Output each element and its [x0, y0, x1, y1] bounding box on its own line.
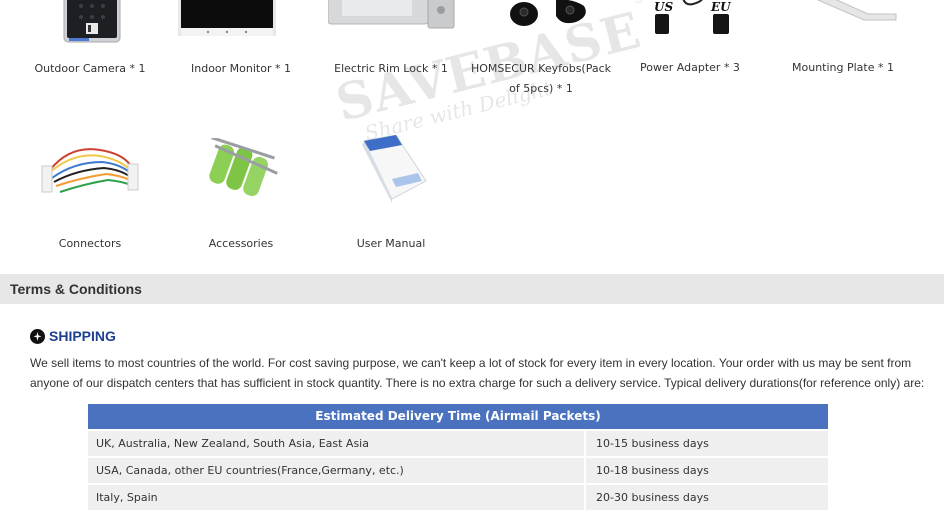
- product-label: Indoor Monitor * 1: [191, 62, 291, 75]
- shipping-description: We sell items to most countries of the w…: [30, 356, 925, 390]
- keyfobs-image: [510, 0, 586, 26]
- connectors-image: [41, 148, 139, 193]
- time-cell: 20-30 business days: [586, 485, 828, 510]
- shipping-title: SHIPPING: [49, 328, 116, 344]
- adapter-eu-label: EU: [710, 0, 732, 14]
- product-label: Outdoor Camera * 1: [34, 62, 146, 75]
- product-label: Electric Rim Lock * 1: [334, 62, 448, 75]
- delivery-time-table: Estimated Delivery Time (Airmail Packets…: [88, 404, 828, 510]
- region-cell: USA, Canada, other EU countries(France,G…: [88, 458, 584, 483]
- product-label: HOMSECUR Keyfobs(Pack of 5pcs) * 1: [470, 62, 612, 95]
- product-label: Accessories: [208, 237, 274, 250]
- airplane-icon: [30, 329, 45, 344]
- time-cell: 10-18 business days: [586, 458, 828, 483]
- product-label: Power Adapter * 3: [640, 61, 740, 74]
- table-row: Italy, Spain 20-30 business days: [88, 485, 828, 510]
- mounting-plate-image: [816, 0, 897, 21]
- power-adapter-image: US EU: [654, 0, 732, 34]
- adapter-us-label: US: [654, 0, 673, 14]
- outdoor-camera-image: [63, 0, 121, 43]
- accessories-image: [209, 138, 278, 197]
- product-label: User Manual: [356, 237, 426, 250]
- table-row: USA, Canada, other EU countries(France,G…: [88, 458, 828, 483]
- terms-conditions-bar: Terms & Conditions: [0, 274, 944, 304]
- delivery-table-header: Estimated Delivery Time (Airmail Packets…: [88, 404, 828, 429]
- user-manual-image: [362, 135, 427, 203]
- rim-lock-image: [328, 0, 455, 29]
- terms-title: Terms & Conditions: [10, 281, 142, 297]
- indoor-monitor-image: [178, 0, 276, 36]
- table-row: UK, Australia, New Zealand, South Asia, …: [88, 431, 828, 456]
- package-contents: Outdoor Camera * 1 Indoor Monitor * 1 El…: [0, 0, 951, 270]
- region-cell: UK, Australia, New Zealand, South Asia, …: [88, 431, 584, 456]
- time-cell: 10-15 business days: [586, 431, 828, 456]
- product-label: Connectors: [58, 237, 122, 250]
- product-label: Mounting Plate * 1: [792, 61, 894, 74]
- region-cell: Italy, Spain: [88, 485, 584, 510]
